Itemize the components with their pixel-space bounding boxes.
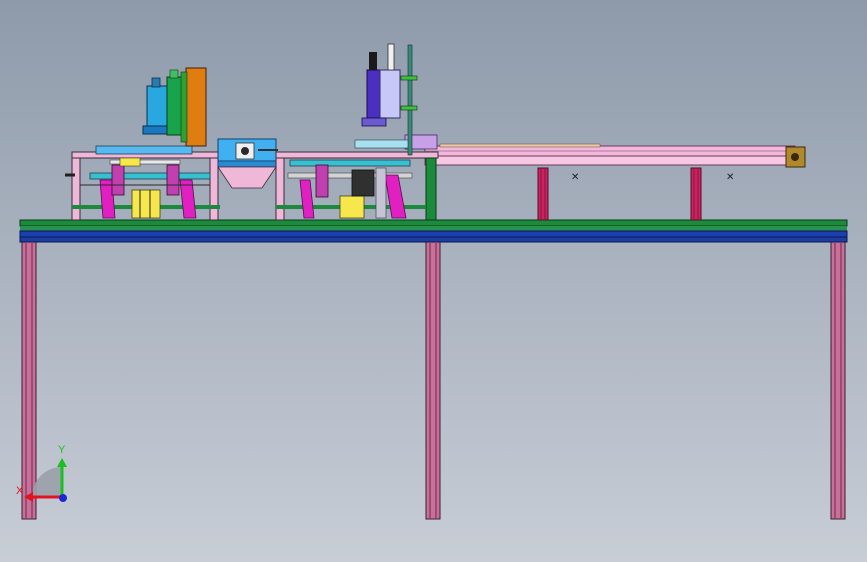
cad-viewport[interactable]: ✕ ✕ Y X [0,0,867,562]
triad-x-label: X [16,485,24,497]
table-leg-right [830,241,846,520]
middle-bridge [217,138,278,189]
motor-orange [185,67,207,147]
table-legs [21,241,846,520]
motor-purple [366,69,382,119]
rail-support-2 [690,167,702,221]
svg-text:✕: ✕ [571,172,579,183]
cad-model-drawing: ✕ ✕ [19,43,848,520]
triad-y-label: Y [58,444,66,456]
conveyor-rail: ✕ ✕ [424,143,806,221]
right-station [275,43,439,221]
motor-blue [146,85,168,127]
rail-support-1 [537,167,549,221]
table-leg-middle [425,241,441,520]
table-leg-left [21,241,37,520]
table-top [19,219,848,243]
left-station [65,67,221,221]
svg-text:✕: ✕ [726,172,734,183]
